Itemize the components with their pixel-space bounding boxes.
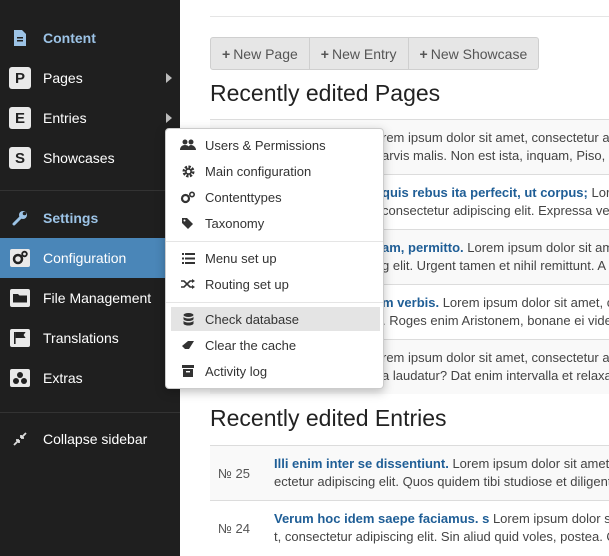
sidebar-item-label: Translations [43,330,119,346]
entry-number: № 25 [218,465,251,481]
recent-entries-heading: Recently edited Entries [210,405,447,431]
tags-icon [171,217,205,230]
sidebar-header-content[interactable]: Content [0,18,180,58]
users-icon [171,139,205,151]
sidebar-item-file-management[interactable]: File Management [0,278,180,318]
compress-icon [9,428,31,450]
recent-entries-list: № 25 Illi enim inter se dissentiunt. Lore… [210,445,609,555]
menu-item-check-database[interactable]: Check database [171,307,380,331]
chevron-right-icon [166,113,172,123]
entries-icon: E [9,107,31,129]
plus-icon: + [419,45,428,62]
menu-divider [166,302,383,303]
menu-item-routing-setup[interactable]: Routing set up [171,272,380,296]
configuration-dropdown-menu: Users & Permissions Main configuration C… [165,128,384,389]
sidebar: Content P Pages E Entries S Showcases Se… [0,0,190,556]
menu-item-users-permissions[interactable]: Users & Permissions [171,133,380,157]
cog-icon [171,165,205,178]
page-title-link[interactable]: m verbis. [382,295,439,310]
folder-icon [9,287,31,309]
collapse-sidebar-label: Collapse sidebar [43,431,148,447]
sidebar-item-label: File Management [43,290,152,306]
pages-icon: P [9,67,31,89]
entry-title-link[interactable]: Illi enim inter se dissentiunt. [274,456,449,471]
sidebar-header-label: Settings [43,210,99,226]
top-divider [210,16,609,17]
flag-icon [9,327,31,349]
sidebar-item-label: Entries [43,110,87,126]
sidebar-item-extras[interactable]: Extras [0,358,180,398]
sidebar-item-label: Pages [43,70,83,86]
sidebar-item-label: Showcases [43,150,115,166]
page-title-link[interactable]: quis rebus ita perfecit, ut corpus; [382,185,588,200]
sidebar-item-translations[interactable]: Translations [0,318,180,358]
sidebar-item-pages[interactable]: P Pages [0,58,180,98]
sidebar-item-showcases[interactable]: S Showcases [0,138,180,178]
list-icon [171,252,205,264]
database-icon [171,312,205,326]
sidebar-item-entries[interactable]: E Entries [0,98,180,138]
eraser-icon [171,340,205,350]
sidebar-item-label: Configuration [43,250,127,266]
showcases-icon: S [9,147,31,169]
sidebar-divider [0,190,180,191]
menu-item-main-configuration[interactable]: Main configuration [171,159,380,183]
sidebar-item-configuration[interactable]: Configuration [0,238,190,278]
document-icon [9,27,31,49]
menu-item-contenttypes[interactable]: Contenttypes [171,185,380,209]
wrench-icon [9,207,31,229]
list-item[interactable]: № 25 Illi enim inter se dissentiunt. Lore… [210,445,609,500]
archive-icon [171,365,205,377]
gears-icon [9,247,31,269]
random-icon [171,278,205,290]
entry-title-link[interactable]: Verum hoc idem saepe faciamus. s [274,511,489,526]
chevron-right-icon [166,73,172,83]
sidebar-header-settings[interactable]: Settings [0,198,180,238]
plus-icon: + [222,45,231,62]
menu-divider [166,241,383,242]
entry-number: № 24 [218,520,251,536]
list-item[interactable]: № 24 Verum hoc idem saepe faciamus. s Lor… [210,500,609,555]
sidebar-item-label: Extras [43,370,83,386]
new-showcase-button[interactable]: + New Showcase [409,38,539,69]
new-entry-button[interactable]: + New Entry [310,38,409,69]
menu-item-taxonomy[interactable]: Taxonomy [171,211,380,235]
menu-item-activity-log[interactable]: Activity log [171,359,380,383]
menu-item-clear-cache[interactable]: Clear the cache [171,333,380,357]
sidebar-divider [0,412,180,413]
gears-icon [171,190,205,204]
recent-pages-heading: Recently edited Pages [210,80,441,106]
collapse-sidebar-button[interactable]: Collapse sidebar [0,419,180,459]
plus-icon: + [320,45,329,62]
page-title-link[interactable]: am, permitto. [382,240,464,255]
cubes-icon [9,367,31,389]
sidebar-header-label: Content [43,30,96,46]
new-content-toolbar: + New Page + New Entry + New Showcase [210,37,540,70]
menu-item-menu-setup[interactable]: Menu set up [171,246,380,270]
new-page-button[interactable]: + New Page [211,38,310,69]
